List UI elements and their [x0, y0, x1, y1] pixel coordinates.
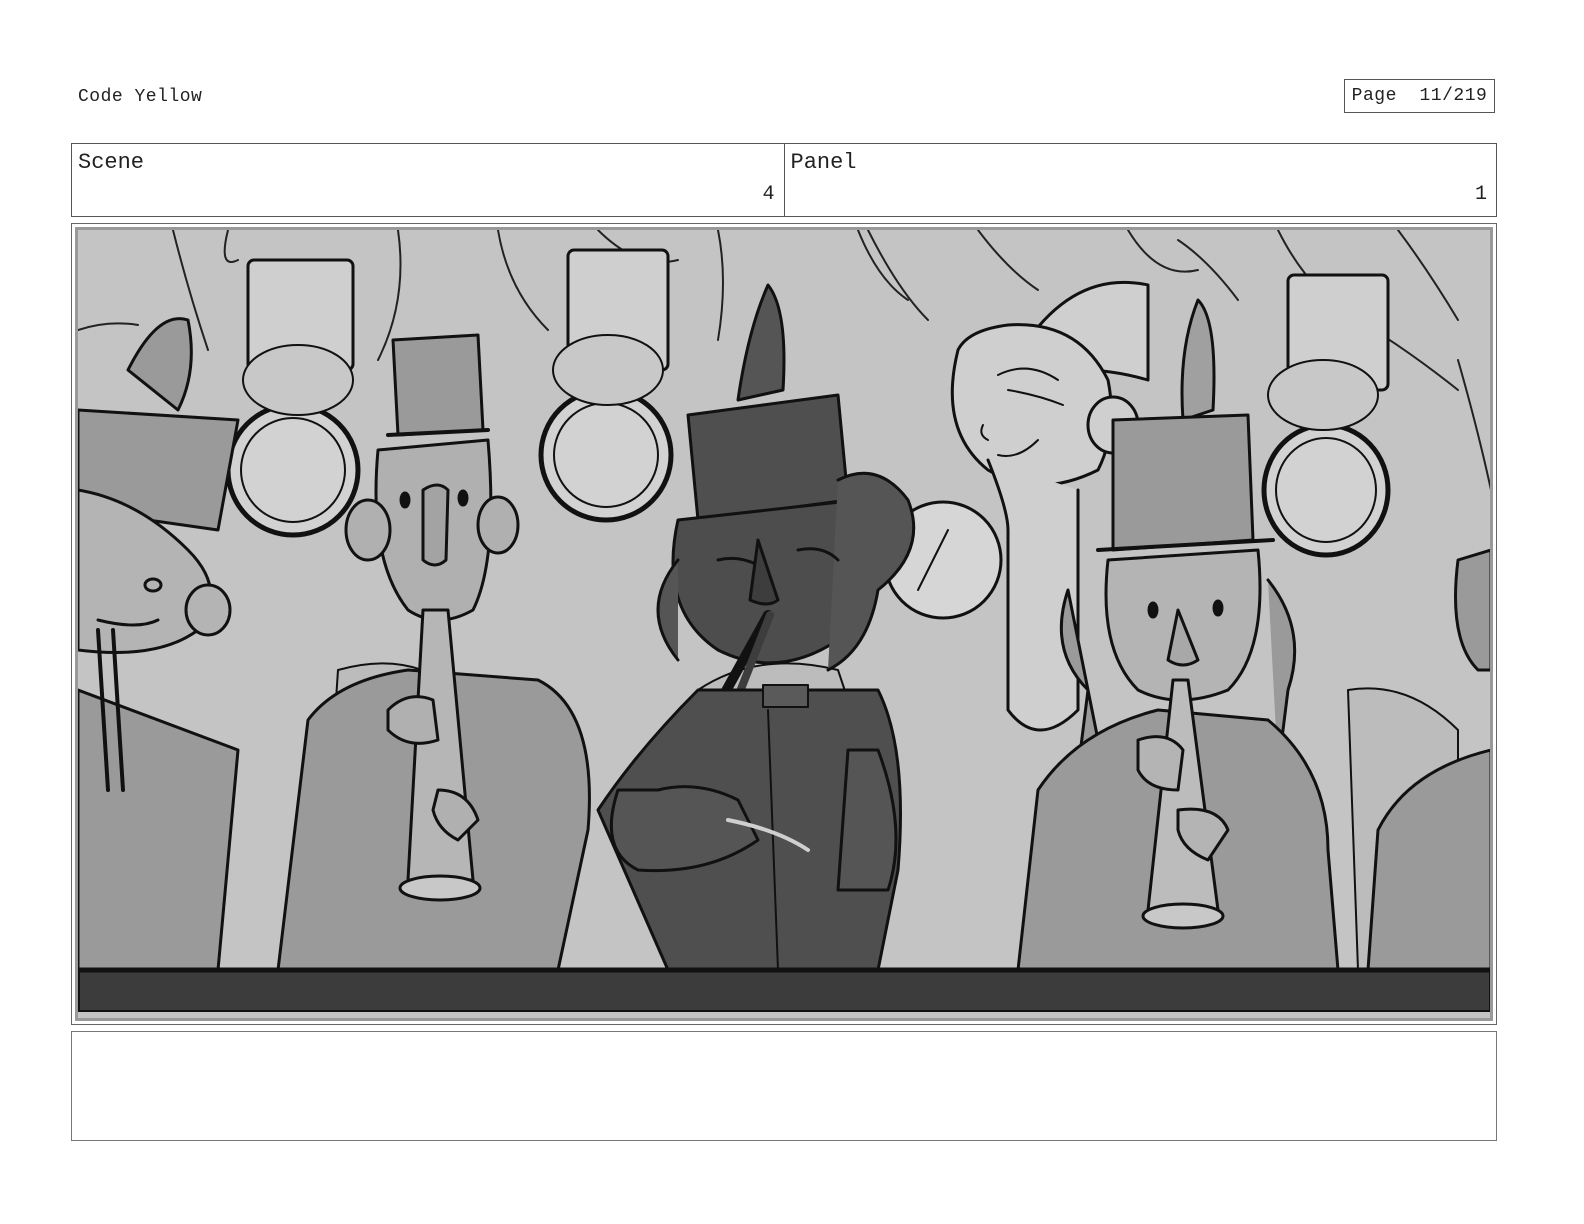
storyboard-panel-frame — [71, 223, 1497, 1025]
storyboard-artwork — [75, 227, 1493, 1021]
page-number: 11/219 — [1419, 86, 1488, 106]
marching-band-sketch — [78, 230, 1490, 1018]
scene-cell: Scene 4 — [72, 144, 784, 216]
page-label: Page — [1351, 86, 1397, 106]
panel-value: 1 — [1474, 183, 1487, 206]
scene-value: 4 — [762, 183, 775, 206]
scene-label: Scene — [78, 150, 145, 175]
notes-box — [71, 1031, 1497, 1141]
page-indicator: Page 11/219 — [1344, 79, 1495, 113]
panel-label: Panel — [790, 150, 857, 175]
panel-cell: Panel 1 — [783, 144, 1497, 216]
scene-panel-info-row: Scene 4 Panel 1 — [71, 143, 1497, 217]
project-title: Code Yellow — [78, 87, 203, 107]
